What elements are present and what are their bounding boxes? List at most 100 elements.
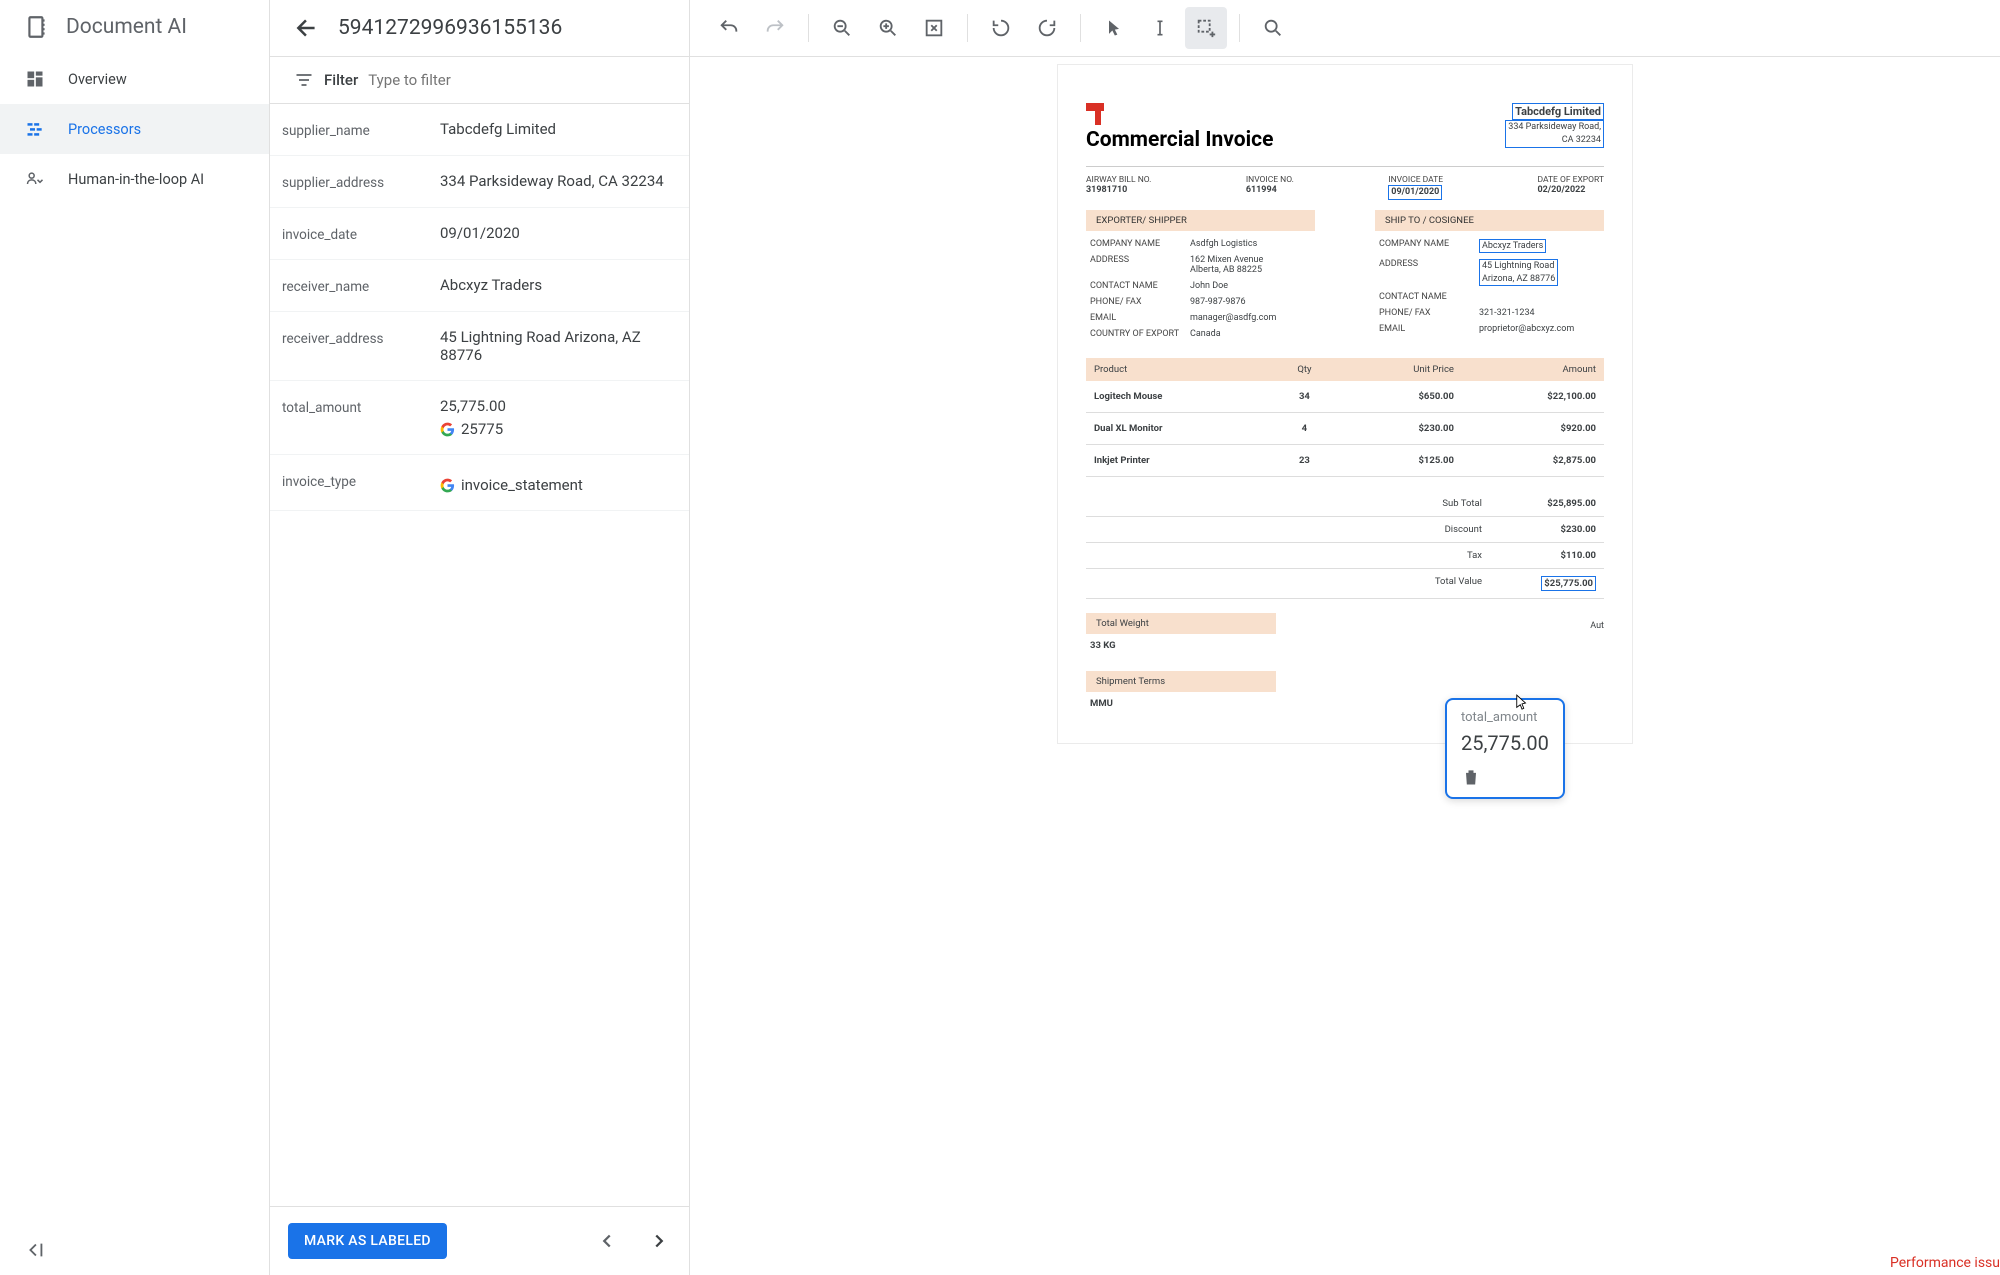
supplier-address-box[interactable]: 334 Parksideway Road, CA 32234 [1505, 120, 1604, 147]
info-row: EMAILmanager@asdfg.com [1086, 310, 1315, 326]
field-name: supplier_address [282, 172, 426, 191]
undo-button[interactable] [708, 7, 750, 49]
exporter-header: EXPORTER/ SHIPPER [1086, 210, 1315, 231]
field-name: receiver_name [282, 276, 426, 295]
sidebar-item-hitl[interactable]: Human-in-the-loop AI [0, 154, 269, 204]
meta-item: INVOICE NO.611994 [1246, 175, 1294, 200]
sidebar-item-overview[interactable]: Overview [0, 54, 269, 104]
info-row: CONTACT NAME [1375, 289, 1604, 305]
text-cursor-tool-button[interactable] [1139, 7, 1181, 49]
pager [595, 1229, 671, 1253]
delete-annotation-button[interactable] [1461, 767, 1549, 787]
viewer-toolbar [690, 0, 2000, 57]
weight-value: 33 KG [1086, 634, 1276, 657]
filter-input[interactable] [368, 71, 665, 89]
table-header: Qty [1271, 358, 1337, 381]
company-logo-icon [1086, 103, 1104, 125]
field-value: Abcxyz Traders [440, 276, 677, 294]
zoom-out-button[interactable] [821, 7, 863, 49]
rotate-left-button[interactable] [980, 7, 1022, 49]
field-row[interactable]: receiver_address 45 Lightning Road Arizon… [270, 312, 689, 381]
dashboard-icon [24, 68, 46, 90]
info-row: PHONE/ FAX321-321-1234 [1375, 305, 1604, 321]
prev-button[interactable] [595, 1229, 619, 1253]
back-button[interactable] [294, 15, 320, 41]
popover-value: 25,775.00 [1461, 731, 1549, 755]
field-value: Tabcdefg Limited [440, 120, 677, 138]
field-name: receiver_address [282, 328, 426, 347]
fields-panel: 5941272996936155136 Filter supplier_name… [270, 0, 690, 1275]
field-row[interactable]: receiver_name Abcxyz Traders [270, 260, 689, 312]
sidebar-header: Document AI [0, 0, 269, 54]
filter-icon [294, 70, 314, 90]
zoom-in-button[interactable] [867, 7, 909, 49]
total-row: Total Value$25,775.00 [1086, 569, 1604, 599]
search-button[interactable] [1252, 7, 1294, 49]
total-row: Tax$110.00 [1086, 543, 1604, 569]
annotation-popover[interactable]: total_amount 25,775.00 [1445, 698, 1565, 799]
table-row: Dual XL Monitor4$230.00$920.00 [1086, 412, 1604, 444]
annotated-value[interactable]: Abcxyz Traders [1479, 239, 1546, 254]
field-row[interactable]: total_amount 25,775.0025775 [270, 381, 689, 455]
performance-issue-link[interactable]: Performance issu [1890, 1255, 2000, 1271]
info-row: COMPANY NAMEAsdfgh Logistics [1086, 236, 1315, 252]
meta-item: AIRWAY BILL NO.31981710 [1086, 175, 1151, 200]
sidebar-item-processors[interactable]: Processors [0, 104, 269, 154]
field-value: 09/01/2020 [440, 224, 677, 242]
info-row: ADDRESS162 Mixen AvenueAlberta, AB 88225 [1086, 252, 1315, 278]
sidebar-item-label: Human-in-the-loop AI [68, 171, 204, 188]
annotated-value[interactable]: 45 Lightning RoadArizona, AZ 88776 [1479, 259, 1558, 286]
box-select-tool-button[interactable] [1185, 7, 1227, 49]
field-row[interactable]: supplier_nameTabcdefg Limited [270, 104, 689, 156]
redo-button[interactable] [754, 7, 796, 49]
field-value: 25,775.0025775 [440, 397, 677, 438]
mark-labeled-button[interactable]: MARK AS LABELED [288, 1223, 447, 1259]
field-value: 334 Parksideway Road, CA 32234 [440, 172, 677, 190]
info-row: CONTACT NAMEJohn Doe [1086, 278, 1315, 294]
weight-header: Total Weight [1086, 613, 1276, 634]
table-row: Inkjet Printer23$125.00$2,875.00 [1086, 444, 1604, 476]
shipto-header: SHIP TO / COSIGNEE [1375, 210, 1604, 231]
auth-label: Aut [1590, 599, 1604, 715]
rotate-right-button[interactable] [1026, 7, 1068, 49]
toolbar-separator [808, 14, 809, 42]
fields-footer: MARK AS LABELED [270, 1206, 689, 1275]
document-canvas[interactable]: Commercial Invoice Tabcdefg Limited 334 … [690, 57, 2000, 1275]
supplier-name-box[interactable]: Tabcdefg Limited [1512, 103, 1604, 120]
field-name: invoice_date [282, 224, 426, 243]
field-value: invoice_statement [440, 471, 677, 494]
toolbar-separator [1080, 14, 1081, 42]
annotated-total[interactable]: $25,775.00 [1541, 576, 1596, 591]
google-icon [440, 478, 455, 493]
meta-item: DATE OF EXPORT02/20/2022 [1537, 175, 1604, 200]
invoice-title: Commercial Invoice [1086, 128, 1273, 152]
next-button[interactable] [647, 1229, 671, 1253]
document-id: 5941272996936155136 [338, 16, 562, 40]
field-name: invoice_type [282, 471, 426, 490]
table-header: Unit Price [1337, 358, 1461, 381]
popover-label: total_amount [1461, 710, 1549, 725]
document-page: Commercial Invoice Tabcdefg Limited 334 … [1058, 65, 1632, 743]
info-row: COMPANY NAMEAbcxyz Traders [1375, 236, 1604, 257]
line-items-table: ProductQtyUnit PriceAmount Logitech Mous… [1086, 358, 1604, 477]
field-row[interactable]: invoice_type invoice_statement [270, 455, 689, 511]
document-ai-logo-icon [24, 14, 50, 40]
field-name: total_amount [282, 397, 426, 416]
total-row: Sub Total$25,895.00 [1086, 491, 1604, 517]
pointer-tool-button[interactable] [1093, 7, 1135, 49]
total-row: Discount$230.00 [1086, 517, 1604, 543]
field-row[interactable]: supplier_address 334 Parksideway Road, CA… [270, 156, 689, 208]
table-row: Logitech Mouse34$650.00$22,100.00 [1086, 381, 1604, 413]
field-row[interactable]: invoice_date 09/01/2020 [270, 208, 689, 260]
fields-list: supplier_nameTabcdefg Limitedsupplier_ad… [270, 104, 689, 1206]
terms-value: MMU [1086, 692, 1276, 715]
fit-screen-button[interactable] [913, 7, 955, 49]
sidebar-footer [0, 1225, 269, 1275]
field-value: 45 Lightning Road Arizona, AZ 88776 [440, 328, 677, 364]
collapse-sidebar-icon[interactable] [24, 1239, 245, 1261]
human-loop-icon [24, 168, 46, 190]
terms-header: Shipment Terms [1086, 671, 1276, 692]
sidebar: Document AI Overview Processors Human-in… [0, 0, 270, 1275]
annotated-value[interactable]: 09/01/2020 [1388, 185, 1442, 200]
fields-header: 5941272996936155136 [270, 0, 689, 57]
